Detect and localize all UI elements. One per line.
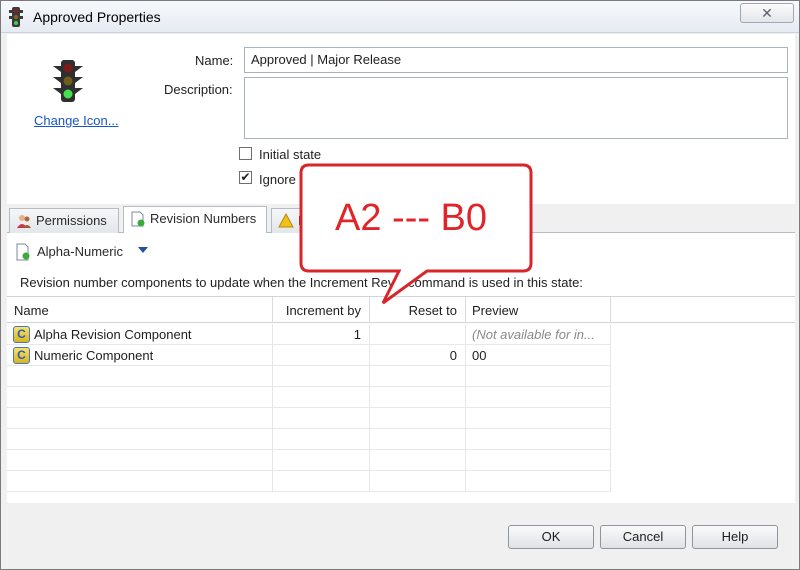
- document-refresh-icon: [16, 243, 30, 261]
- dropdown-value: Alpha-Numeric: [37, 244, 123, 259]
- warning-bell-icon: [278, 213, 294, 228]
- empty-cell: [466, 450, 611, 471]
- empty-cell: [370, 408, 466, 429]
- empty-cell: [273, 450, 370, 471]
- empty-cell: [273, 408, 370, 429]
- ignore-label: Ignore: [259, 172, 296, 187]
- name-input[interactable]: Approved | Major Release: [244, 47, 788, 73]
- empty-cell: [466, 408, 611, 429]
- users-icon: [17, 215, 31, 228]
- close-button[interactable]: ✕: [740, 3, 794, 23]
- empty-cell: [370, 387, 466, 408]
- annotation-callout-text: A2 --- B0: [335, 197, 488, 239]
- table-row-empty: [7, 450, 611, 471]
- revision-components-table: Name Increment by Reset to Preview C Alp…: [7, 296, 795, 501]
- empty-cell: [370, 429, 466, 450]
- empty-cell: [7, 471, 273, 492]
- tab-label: Permissions: [36, 213, 107, 228]
- change-icon-link[interactable]: Change Icon...: [34, 113, 119, 128]
- empty-cell: [7, 387, 273, 408]
- table-row[interactable]: C Alpha Revision Component 1 (Not availa…: [7, 324, 611, 345]
- empty-cell: [370, 366, 466, 387]
- initial-state-label: Initial state: [259, 147, 322, 162]
- empty-cell: [466, 429, 611, 450]
- window-title: Approved Properties: [33, 9, 161, 25]
- description-label: Description:: [164, 82, 233, 97]
- description-input[interactable]: [244, 77, 788, 139]
- empty-cell: [466, 387, 611, 408]
- table-row-empty: [7, 471, 611, 492]
- tab-label: Revision Numbers: [150, 211, 257, 226]
- empty-cell: [466, 366, 611, 387]
- component-icon: C: [13, 326, 30, 343]
- cell-name-text: Alpha Revision Component: [34, 327, 192, 342]
- empty-cell: [273, 387, 370, 408]
- ok-button[interactable]: OK: [508, 525, 594, 549]
- cell-reset-to[interactable]: 0: [370, 345, 466, 366]
- component-icon: C: [13, 347, 30, 364]
- table-row-empty: [7, 408, 611, 429]
- help-button[interactable]: Help: [692, 525, 778, 549]
- ignore-checkbox[interactable]: ✔: [239, 171, 252, 184]
- empty-cell: [7, 450, 273, 471]
- chevron-down-icon: [138, 247, 148, 253]
- empty-cell: [7, 408, 273, 429]
- empty-cell: [370, 471, 466, 492]
- initial-state-checkbox[interactable]: [239, 147, 252, 160]
- cell-reset-to[interactable]: [370, 324, 466, 345]
- checkmark-icon: ✔: [240, 170, 251, 184]
- empty-cell: [273, 471, 370, 492]
- empty-cell: [273, 429, 370, 450]
- cell-name: C Numeric Component: [7, 345, 273, 366]
- cell-increment-by[interactable]: 1: [273, 324, 370, 345]
- empty-cell: [370, 450, 466, 471]
- traffic-light-icon: [9, 7, 23, 27]
- cell-name-text: Numeric Component: [34, 348, 154, 363]
- name-label: Name:: [195, 53, 234, 68]
- cell-preview: (Not available for in...: [466, 324, 611, 345]
- empty-cell: [466, 471, 611, 492]
- document-refresh-icon: [131, 211, 145, 227]
- table-row-empty: [7, 429, 611, 450]
- column-header-name[interactable]: Name: [7, 297, 273, 323]
- empty-cell: [7, 366, 273, 387]
- empty-cell: [7, 429, 273, 450]
- approved-properties-dialog: Approved Properties ✕ Change Icon... Nam…: [0, 0, 800, 570]
- cell-increment-by[interactable]: [273, 345, 370, 366]
- cell-preview: 00: [466, 345, 611, 366]
- cancel-button[interactable]: Cancel: [600, 525, 686, 549]
- empty-cell: [273, 366, 370, 387]
- tab-revision-numbers[interactable]: Revision Numbers: [123, 206, 267, 234]
- table-row-empty: [7, 387, 611, 408]
- table-row-empty: [7, 366, 611, 387]
- cell-name: C Alpha Revision Component: [7, 324, 273, 345]
- traffic-light-icon: [53, 60, 83, 102]
- title-bar[interactable]: Approved Properties ✕: [1, 1, 799, 33]
- tab-permissions[interactable]: Permissions: [9, 208, 119, 233]
- table-row[interactable]: C Numeric Component 0 00: [7, 345, 611, 366]
